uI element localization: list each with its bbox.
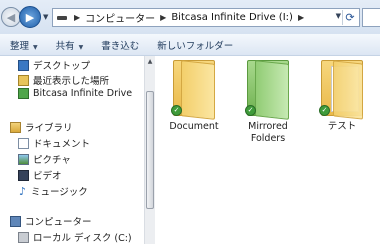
drive-icon (57, 15, 67, 20)
breadcrumb-separator-icon[interactable]: ▶ (160, 13, 166, 22)
nav-item-libraries[interactable]: ライブラリ (10, 120, 73, 134)
folder-label: テスト (327, 121, 357, 132)
pictures-icon (18, 153, 29, 165)
scroll-up-icon[interactable]: ▲ (146, 58, 154, 65)
library-icon (10, 121, 21, 133)
back-button[interactable]: ◀ (1, 7, 21, 27)
nav-item-documents[interactable]: ドキュメント (18, 136, 90, 150)
folder-label: Document (169, 121, 219, 132)
desktop-icon (18, 59, 29, 71)
nav-item-label: ドキュメント (33, 139, 91, 150)
navigation-pane: デスクトップ 最近表示した場所 Bitcasa Infinite Drive ラ… (0, 56, 145, 244)
back-arrow-icon: ◀ (6, 10, 16, 24)
bitcasa-drive-icon (18, 88, 29, 99)
nav-item-label: 最近表示した場所 (33, 76, 110, 87)
nav-item-desktop[interactable]: デスクトップ (18, 58, 90, 72)
breadcrumb-computer[interactable]: コンピューター (85, 10, 155, 25)
breadcrumb-separator-icon[interactable]: ▶ (298, 13, 304, 22)
folder-icon: ✓ (245, 60, 291, 120)
address-field[interactable]: ▶ コンピューター ▶ Bitcasa Infinite Drive (I:) … (52, 8, 360, 27)
videos-icon (18, 169, 29, 181)
folder-icon: ✓ (319, 60, 365, 120)
recent-places-icon (18, 74, 29, 86)
breadcrumb-drive[interactable]: Bitcasa Infinite Drive (I:) (171, 12, 293, 23)
share-menu[interactable]: 共有 ▼ (46, 38, 92, 52)
address-history-dropdown[interactable]: ▼ (336, 12, 341, 20)
new-folder-button[interactable]: 新しいフォルダー (147, 38, 241, 52)
forward-arrow-icon: ▶ (25, 10, 35, 24)
nav-item-label: ビデオ (33, 171, 62, 182)
address-bar-region: ◀ ▶ ▼ ▶ コンピューター ▶ Bitcasa Infinite Drive… (0, 0, 380, 34)
nav-item-music[interactable]: ♪ ミュージック (18, 184, 88, 199)
command-bar: 整理 ▼ 共有 ▼ 書き込む 新しいフォルダー (0, 34, 380, 56)
nav-item-label: ピクチャ (33, 155, 71, 166)
folder-document[interactable]: ✓ Document (159, 60, 229, 133)
nav-pane-scrollbar[interactable]: ▲ (144, 56, 155, 244)
computer-icon (10, 215, 21, 227)
sync-check-icon: ✓ (245, 105, 256, 116)
search-input[interactable] (362, 8, 380, 27)
nav-item-label: ライブラリ (25, 123, 73, 134)
nav-item-label: ローカル ディスク (C:) (33, 233, 132, 244)
nav-item-local-disk[interactable]: ローカル ディスク (C:) (18, 230, 132, 244)
sync-check-icon: ✓ (171, 105, 182, 116)
refresh-icon: ⟳ (345, 11, 355, 24)
documents-icon (18, 137, 29, 149)
nav-item-computer[interactable]: コンピューター (10, 214, 92, 228)
refresh-button[interactable]: ⟳ (342, 10, 357, 25)
folder-label: Mirrored Folders (248, 121, 288, 144)
breadcrumb-separator-icon[interactable]: ▶ (74, 13, 80, 22)
folder-icon: ✓ (171, 60, 217, 120)
forward-button[interactable]: ▶ (19, 6, 41, 28)
organize-label: 整理 (10, 40, 30, 52)
chevron-down-icon: ▼ (33, 43, 38, 51)
chevron-down-icon: ▼ (78, 43, 84, 51)
recent-pages-dropdown[interactable]: ▼ (43, 13, 48, 21)
share-label: 共有 (55, 40, 75, 52)
nav-item-label: Bitcasa Infinite Drive (33, 88, 133, 99)
music-icon: ♪ (18, 184, 27, 198)
nav-item-bitcasa[interactable]: Bitcasa Infinite Drive (18, 88, 132, 99)
nav-item-pictures[interactable]: ピクチャ (18, 152, 71, 166)
organize-menu[interactable]: 整理 ▼ (0, 38, 46, 52)
nav-item-label: コンピューター (25, 217, 92, 228)
folder-test[interactable]: ✓ テスト (307, 60, 377, 133)
local-disk-icon (18, 231, 29, 243)
sync-check-icon: ✓ (319, 105, 330, 116)
folder-mirrored-folders[interactable]: ✓ Mirrored Folders (233, 60, 303, 145)
nav-item-recent-places[interactable]: 最近表示した場所 (18, 73, 109, 87)
file-list-pane: ✓ Document ✓ Mirrored Folders ✓ テスト (155, 56, 380, 244)
nav-item-label: ミュージック (31, 187, 88, 198)
burn-button[interactable]: 書き込む (91, 38, 147, 52)
nav-item-label: デスクトップ (33, 61, 91, 72)
nav-item-videos[interactable]: ビデオ (18, 168, 62, 182)
scrollbar-thumb[interactable] (146, 91, 154, 209)
